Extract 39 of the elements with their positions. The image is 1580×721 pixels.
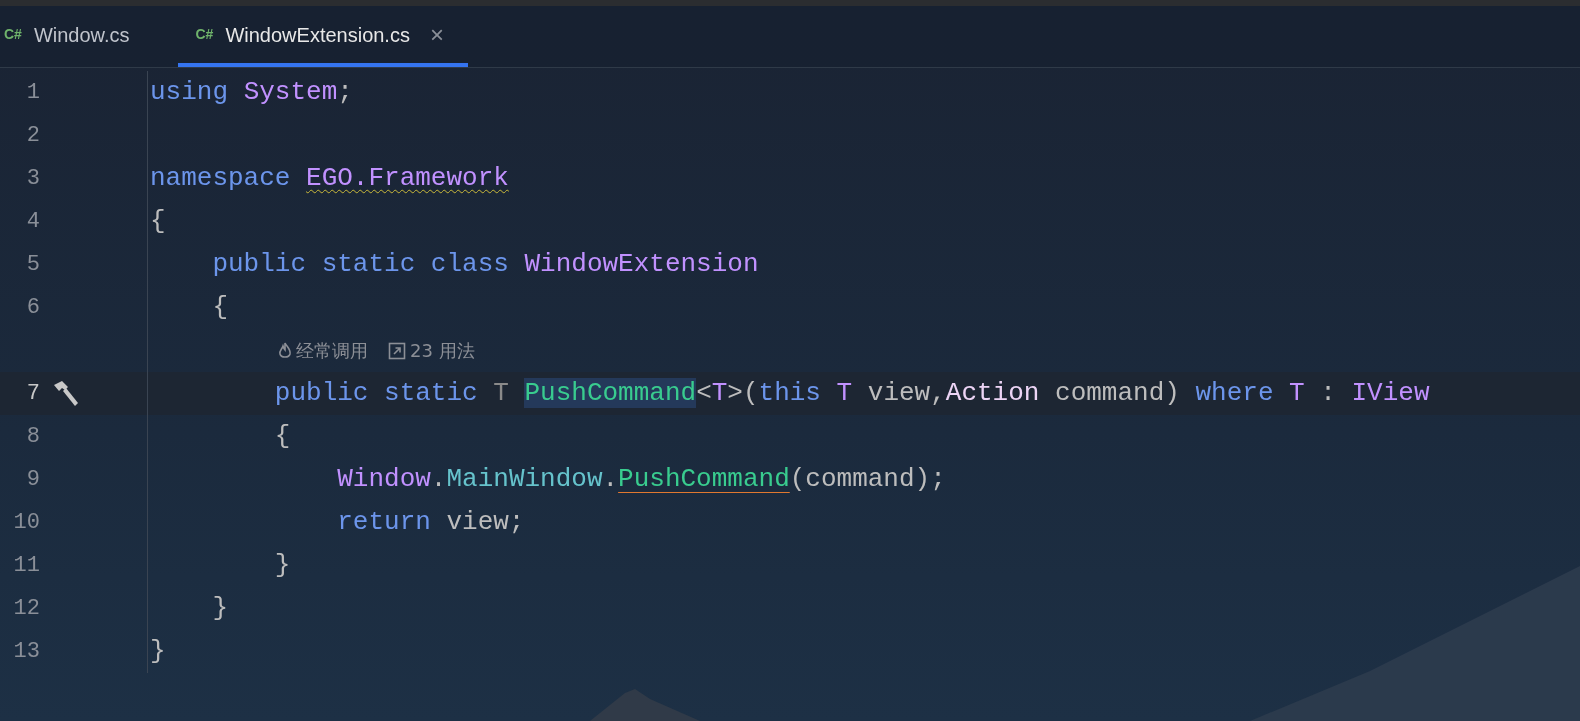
external-link-icon [388, 341, 406, 360]
line-number: 11 [12, 552, 40, 580]
file-tab[interactable]: C# WindowExtension.cs × [177, 6, 468, 67]
line-number: 12 [12, 595, 40, 623]
csharp-icon: C# [195, 24, 214, 45]
line-number: 8 [25, 423, 40, 451]
line-number: 9 [25, 466, 40, 494]
code-line: Window.MainWindow.PushCommand(command); [336, 463, 946, 496]
code-line: return view; [336, 506, 525, 539]
line-number: 6 [25, 294, 40, 322]
line-number: 10 [12, 509, 40, 537]
code-line: } [149, 635, 166, 668]
code-hint[interactable]: 23 用法 [410, 337, 475, 364]
code-line: public static T PushCommand<T>(this T view,Action command) where T : IView [273, 377, 1430, 410]
file-tab[interactable]: C# Window.cs [0, 6, 134, 67]
code-line: } [211, 592, 228, 625]
code-line: public static class WindowExtension [211, 248, 759, 281]
code-line: { [273, 420, 291, 453]
code-token: EGO.Framework [306, 163, 509, 193]
code-line: { [149, 205, 166, 238]
code-line: } [273, 549, 291, 582]
line-number: 4 [25, 208, 40, 236]
code-line: using System; [149, 76, 353, 109]
tab-label: Window.cs [33, 22, 130, 48]
line-number: 2 [25, 122, 40, 150]
line-number: 7 [25, 380, 40, 408]
line-number: 13 [12, 638, 40, 666]
code-token: PushCommand [618, 464, 790, 494]
close-icon[interactable]: × [429, 16, 444, 53]
code-hint[interactable]: 经常调用 [296, 337, 368, 364]
line-number: 3 [25, 165, 40, 193]
line-number: 1 [25, 79, 40, 107]
tab-label: WindowExtension.cs [225, 22, 410, 48]
csharp-icon: C# [4, 24, 22, 45]
code-line: namespace EGO.Framework [149, 162, 509, 195]
flame-icon [278, 341, 292, 360]
line-number: 5 [25, 251, 40, 279]
code-line: { [211, 291, 228, 324]
code-token: PushCommand [524, 378, 697, 408]
